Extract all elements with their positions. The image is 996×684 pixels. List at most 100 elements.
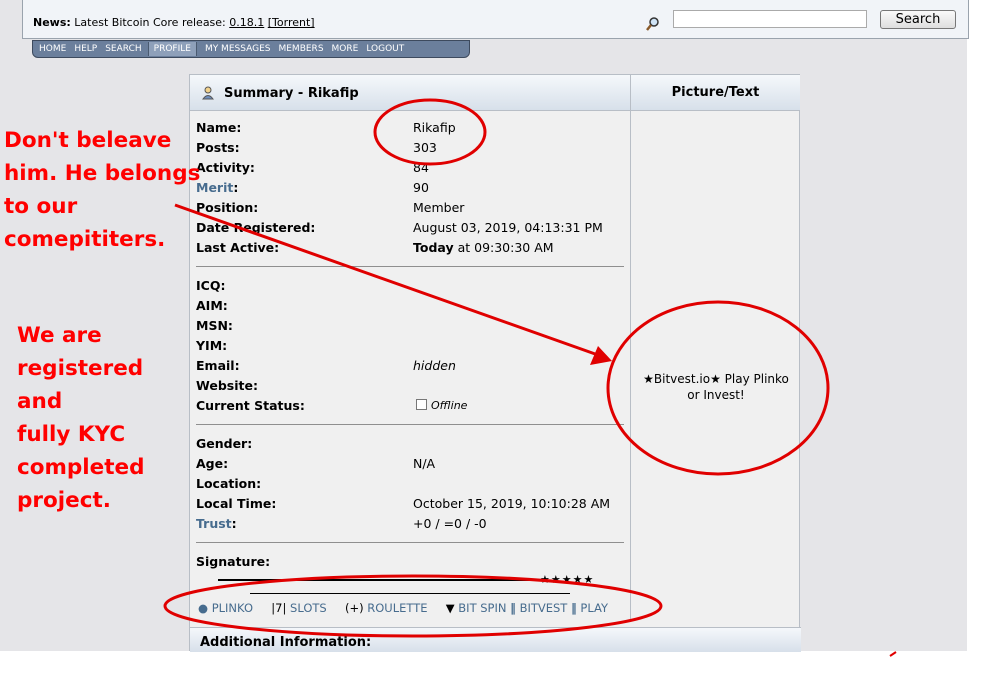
summary-header: Summary - Rikafip xyxy=(190,75,630,111)
bitvest-link[interactable]: BITVEST xyxy=(520,601,568,615)
icq-label: ICQ: xyxy=(196,278,226,293)
news-line: News: Latest Bitcoin Core release: 0.18.… xyxy=(33,16,315,29)
current-status-value: Offline xyxy=(416,399,467,412)
claim-line: We are xyxy=(17,323,102,348)
merit-value: 90 xyxy=(413,180,429,195)
picture-text-column: ★Bitvest.io★ Play Plinko or Invest! xyxy=(630,111,801,621)
slots-link[interactable]: SLOTS xyxy=(290,601,327,615)
name-label: Name: xyxy=(196,120,242,135)
menu-my-messages[interactable]: MY MESSAGES xyxy=(205,44,271,54)
link-divider: ‖ xyxy=(510,601,516,615)
claim-line: fully KYC xyxy=(17,422,126,447)
signature-line xyxy=(218,579,538,581)
signature-line xyxy=(250,593,570,594)
signature-links: ● PLINKO |7| SLOTS (+) ROULETTE ▼ BIT SP… xyxy=(198,601,608,615)
plinko-link[interactable]: ● PLINKO xyxy=(198,601,253,615)
divider xyxy=(196,542,624,543)
location-label: Location: xyxy=(196,476,262,491)
merit-link[interactable]: Merit xyxy=(196,180,233,195)
msn-label: MSN: xyxy=(196,318,233,333)
divider xyxy=(196,266,624,267)
trust-value: +0 / =0 / -0 xyxy=(413,516,487,531)
stray-mark xyxy=(889,651,897,657)
user-icon xyxy=(202,86,214,100)
name-value: Rikafip xyxy=(413,120,456,135)
picture-text-header: Picture/Text xyxy=(630,75,800,111)
last-active-value: Today at 09:30:30 AM xyxy=(413,240,554,255)
warning-line: comepititers. xyxy=(4,227,166,252)
last-active-label: Last Active: xyxy=(196,240,280,255)
yim-label: YIM: xyxy=(196,338,228,353)
menu-help[interactable]: HELP xyxy=(74,44,97,54)
email-label: Email: xyxy=(196,358,240,373)
posts-label: Posts: xyxy=(196,140,240,155)
link-divider: ‖ xyxy=(570,601,577,615)
merit-colon: : xyxy=(233,180,239,195)
personal-text-line-1: ★Bitvest.io★ Play Plinko xyxy=(643,372,789,386)
warning-line: to our xyxy=(4,194,78,219)
trust-colon: : xyxy=(231,516,237,531)
activity-value: 84 xyxy=(413,160,429,175)
roulette-icon: (+) xyxy=(344,601,364,615)
activity-label: Activity: xyxy=(196,160,255,175)
news-torrent-link[interactable]: [Torrent] xyxy=(268,16,315,29)
magnifier-icon xyxy=(646,17,659,31)
website-label: Website: xyxy=(196,378,258,393)
news-label: News: xyxy=(33,16,71,29)
signature-stars: ★★★★★ xyxy=(540,573,595,586)
warning-line: him. He belongs xyxy=(4,161,201,186)
claim-line: project. xyxy=(17,488,111,513)
play-link[interactable]: PLAY xyxy=(580,601,608,615)
menu-logout[interactable]: LOGOUT xyxy=(366,44,404,54)
posts-value: 303 xyxy=(413,140,437,155)
merit-label: Merit: xyxy=(196,180,238,195)
additional-info-header: Additional Information: xyxy=(190,627,801,652)
date-registered-label: Date Registered: xyxy=(196,220,316,235)
menu-more[interactable]: MORE xyxy=(332,44,359,54)
claim-line: registered xyxy=(17,356,144,381)
top-bar: News: Latest Bitcoin Core release: 0.18.… xyxy=(22,0,969,39)
summary-title: Summary - Rikafip xyxy=(224,86,359,101)
email-value: hidden xyxy=(413,358,456,373)
last-active-today: Today xyxy=(413,240,454,255)
warning-annotation: Don't beleave him. He belongs to our com… xyxy=(4,124,200,256)
trust-link[interactable]: Trust xyxy=(196,516,232,531)
aim-label: AIM: xyxy=(196,298,228,313)
slots-icon: |7| xyxy=(271,601,287,615)
bitspin-link[interactable]: BIT SPIN xyxy=(458,601,506,615)
news-text: Latest Bitcoin Core release: xyxy=(74,16,226,29)
date-registered-value: August 03, 2019, 04:13:31 PM xyxy=(413,220,603,235)
trust-label: Trust: xyxy=(196,516,237,531)
menu-profile[interactable]: PROFILE xyxy=(147,42,197,56)
bitspin-icon: ▼ xyxy=(445,601,455,615)
claim-annotation: We are registered and fully KYC complete… xyxy=(17,319,145,517)
position-label: Position: xyxy=(196,200,259,215)
profile-panel: Summary - Rikafip Picture/Text ★Bitvest.… xyxy=(189,74,801,652)
current-status-label: Current Status: xyxy=(196,398,305,413)
offline-text: Offline xyxy=(431,399,468,412)
offline-icon xyxy=(416,399,427,410)
age-label: Age: xyxy=(196,456,229,471)
claim-line: completed xyxy=(17,455,145,480)
search-input[interactable] xyxy=(673,10,867,28)
roulette-link[interactable]: ROULETTE xyxy=(367,601,427,615)
last-active-time: at 09:30:30 AM xyxy=(453,240,554,255)
menu-members[interactable]: MEMBERS xyxy=(278,44,323,54)
warning-line: Don't beleave xyxy=(4,128,172,153)
signature-label: Signature: xyxy=(196,554,271,569)
local-time-label: Local Time: xyxy=(196,496,277,511)
position-value: Member xyxy=(413,200,465,215)
divider xyxy=(196,424,624,425)
menu-search[interactable]: SEARCH xyxy=(105,44,141,54)
search-button[interactable]: Search xyxy=(880,10,956,29)
claim-line: and xyxy=(17,389,63,414)
email-hidden: hidden xyxy=(413,358,456,373)
gender-label: Gender: xyxy=(196,436,253,451)
menu-home[interactable]: HOME xyxy=(39,44,66,54)
main-menu: HOME HELP SEARCH PROFILE MY MESSAGES MEM… xyxy=(32,40,470,58)
age-value: N/A xyxy=(413,456,436,471)
local-time-value: October 15, 2019, 10:10:28 AM xyxy=(413,496,611,511)
personal-text-line-2: or Invest! xyxy=(687,388,745,402)
personal-text: ★Bitvest.io★ Play Plinko or Invest! xyxy=(631,371,801,403)
news-version-link[interactable]: 0.18.1 xyxy=(229,16,264,29)
